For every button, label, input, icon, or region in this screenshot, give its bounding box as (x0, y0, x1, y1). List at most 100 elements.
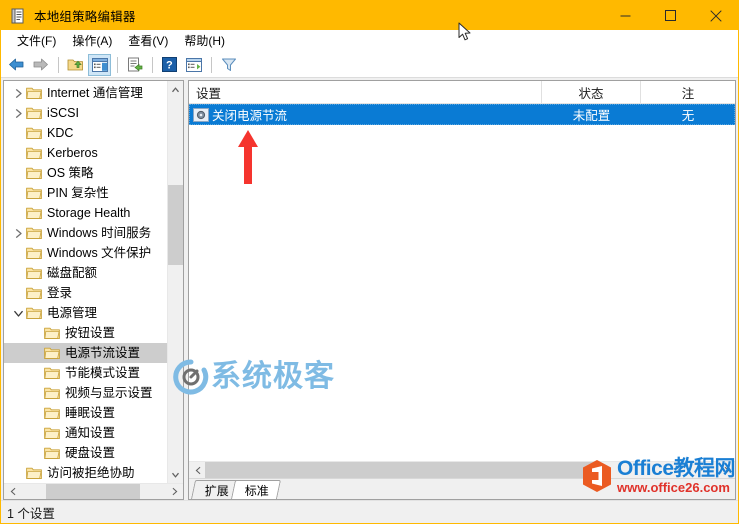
menu-view[interactable]: 查看(V) (120, 32, 176, 51)
list-hscroll-thumb[interactable] (205, 462, 597, 478)
filter-icon[interactable] (217, 54, 240, 76)
status-text: 1 个设置 (7, 506, 55, 521)
folder-icon (44, 365, 60, 381)
close-button[interactable] (693, 1, 738, 30)
tree-item-15[interactable]: 视频与显示设置 (4, 383, 167, 403)
tab-standard[interactable]: 标准 (230, 480, 282, 499)
cell-setting-text: 关闭电源节流 (212, 109, 288, 123)
tree-item-label: Storage Health (47, 206, 131, 220)
folder-icon (26, 185, 42, 201)
tree-item-label: 硬盘设置 (65, 446, 116, 460)
tree-item-label: iSCSI (47, 106, 79, 120)
tree-scroll-area: Internet 通信管理 iSCSI KDC Kerberos OS 策略 PIN 复杂… (4, 81, 183, 483)
scroll-up-icon[interactable] (168, 81, 183, 97)
tree-item-2[interactable]: KDC (4, 123, 167, 143)
tree-hscroll-thumb[interactable] (46, 484, 140, 499)
forward-icon[interactable] (29, 54, 52, 76)
tree-item-18[interactable]: 硬盘设置 (4, 443, 167, 463)
tree-item-17[interactable]: 通知设置 (4, 423, 167, 443)
tree-hscroll-track[interactable] (20, 484, 167, 499)
chevron-placeholder (10, 125, 26, 141)
tree-item-3[interactable]: Kerberos (4, 143, 167, 163)
view-tabs[interactable]: 扩展 标准 (189, 478, 735, 499)
column-header-state[interactable]: 状态 (542, 81, 641, 103)
tree-item-16[interactable]: 睡眠设置 (4, 403, 167, 423)
tree-horizontal-scrollbar[interactable] (4, 483, 183, 499)
tree-item-label: KDC (47, 126, 74, 140)
scroll-down-icon[interactable] (168, 467, 183, 483)
menu-file[interactable]: 文件(F) (9, 32, 64, 51)
folder-icon (26, 245, 42, 261)
tree-item-label: 访问被拒绝协助 (47, 466, 135, 480)
folder-icon (26, 125, 42, 141)
tree-vertical-scrollbar[interactable] (167, 81, 183, 483)
tree-item-4[interactable]: OS 策略 (4, 163, 167, 183)
tree-item-11[interactable]: 电源管理 (4, 303, 167, 323)
tree-item-label: 睡眠设置 (65, 406, 116, 420)
list-scroll-right-icon[interactable] (719, 462, 735, 478)
maximize-button[interactable] (648, 1, 693, 30)
tree-item-5[interactable]: PIN 复杂性 (4, 183, 167, 203)
chevron-placeholder (28, 445, 44, 461)
tree-item-8[interactable]: Windows 文件保护 (4, 243, 167, 263)
cell-state: 未配置 (572, 109, 611, 123)
chevron-placeholder (10, 205, 26, 221)
menu-help[interactable]: 帮助(H) (176, 32, 233, 51)
console-tree-pane: Internet 通信管理 iSCSI KDC Kerberos OS 策略 PIN 复杂… (3, 80, 184, 500)
chevron-right-icon[interactable] (10, 225, 26, 241)
tree-item-label: Windows 时间服务 (47, 226, 152, 240)
tree-scroll-thumb[interactable] (168, 185, 183, 265)
tree-item-10[interactable]: 登录 (4, 283, 167, 303)
folder-icon (26, 265, 42, 281)
folder-icon (26, 105, 42, 121)
minimize-button[interactable] (603, 1, 648, 30)
chevron-placeholder (28, 405, 44, 421)
list-horizontal-scrollbar[interactable] (189, 461, 735, 478)
settings-list-pane: 设置 状态 注 关闭电源节流 未配置 无 扩展 标准 (188, 80, 736, 500)
list-header: 设置 状态 注 (189, 81, 735, 104)
tree-item-19[interactable]: 访问被拒绝协助 (4, 463, 167, 483)
tree-item-label: Windows 文件保护 (47, 246, 152, 260)
chevron-right-icon[interactable] (10, 85, 26, 101)
help-icon[interactable]: ? (158, 54, 181, 76)
folder-icon (26, 225, 42, 241)
folder-icon (26, 465, 42, 481)
show-action-pane-icon[interactable] (182, 54, 205, 76)
tree-scroll-track[interactable] (168, 97, 183, 467)
tree-item-6[interactable]: Storage Health (4, 203, 167, 223)
tree-item-0[interactable]: Internet 通信管理 (4, 83, 167, 103)
window-title: 本地组策略编辑器 (34, 10, 136, 24)
tree-item-1[interactable]: iSCSI (4, 103, 167, 123)
tree-item-label: Kerberos (47, 146, 98, 160)
tree-item-13[interactable]: 电源节流设置 (4, 343, 167, 363)
back-icon[interactable] (5, 54, 28, 76)
chevron-right-icon[interactable] (10, 105, 26, 121)
column-header-comment[interactable]: 注 (641, 81, 735, 103)
toolbar-separator-3 (152, 56, 153, 73)
list-hscroll-track[interactable] (205, 462, 719, 478)
scroll-right-icon[interactable] (167, 484, 183, 499)
tab-extended-label: 扩展 (204, 483, 229, 498)
chevron-placeholder (10, 285, 26, 301)
up-one-level-icon[interactable] (64, 54, 87, 76)
tree-item-7[interactable]: Windows 时间服务 (4, 223, 167, 243)
title-bar[interactable]: 本地组策略编辑器 (1, 1, 738, 30)
chevron-placeholder (28, 325, 44, 341)
tree-item-label: 按钮设置 (65, 326, 116, 340)
list-body[interactable]: 关闭电源节流 未配置 无 (189, 104, 735, 461)
tree-item-12[interactable]: 按钮设置 (4, 323, 167, 343)
tree-item-14[interactable]: 节能模式设置 (4, 363, 167, 383)
menu-action[interactable]: 操作(A) (64, 32, 120, 51)
export-list-icon[interactable] (123, 54, 146, 76)
tree-item-9[interactable]: 磁盘配额 (4, 263, 167, 283)
column-header-setting[interactable]: 设置 (189, 81, 542, 103)
list-scroll-left-icon[interactable] (189, 462, 205, 478)
scroll-left-icon[interactable] (4, 484, 20, 499)
folder-icon (44, 445, 60, 461)
table-row[interactable]: 关闭电源节流 未配置 无 (189, 104, 735, 125)
chevron-down-icon[interactable] (10, 305, 26, 321)
folder-icon (44, 385, 60, 401)
show-hide-tree-icon[interactable] (88, 53, 111, 76)
console-tree[interactable]: Internet 通信管理 iSCSI KDC Kerberos OS 策略 PIN 复杂… (4, 81, 167, 483)
tree-item-label: 通知设置 (65, 426, 116, 440)
